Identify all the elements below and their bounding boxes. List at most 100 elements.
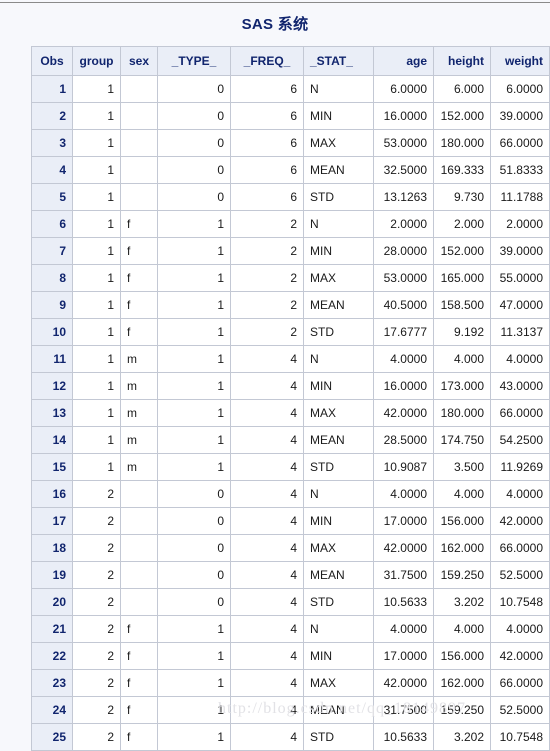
table-row: 5 1 0 6 STD 13.1263 9.730 11.1788 [31,183,550,211]
cell-height: 9.192 [433,318,491,346]
cell-weight: 66.0000 [490,399,550,427]
cell-sex [120,183,158,211]
cell-stat: N [303,480,374,508]
cell-type: 1 [157,318,231,346]
cell-weight: 52.5000 [490,696,550,724]
cell-sex [120,507,158,535]
cell-sex: f [120,237,158,265]
cell-sex: f [120,264,158,292]
cell-obs: 7 [31,237,73,265]
cell-freq: 6 [230,156,304,184]
cell-age: 13.1263 [373,183,434,211]
cell-sex: f [120,696,158,724]
table-row: 3 1 0 6 MAX 53.0000 180.000 66.0000 [31,129,550,157]
cell-age: 42.0000 [373,399,434,427]
cell-group: 2 [72,534,121,562]
cell-obs: 9 [31,291,73,319]
cell-freq: 4 [230,507,304,535]
cell-sex [120,75,158,103]
cell-weight: 42.0000 [490,507,550,535]
table-row: 11 1 m 1 4 N 4.0000 4.000 4.0000 [31,345,550,373]
cell-obs: 19 [31,561,73,589]
cell-obs: 17 [31,507,73,535]
cell-stat: N [303,345,374,373]
cell-weight: 51.8333 [490,156,550,184]
cell-type: 1 [157,264,231,292]
cell-stat: N [303,615,374,643]
cell-height: 180.000 [433,129,491,157]
cell-sex: f [120,723,158,751]
cell-freq: 4 [230,534,304,562]
cell-type: 1 [157,237,231,265]
cell-freq: 6 [230,183,304,211]
cell-height: 6.000 [433,75,491,103]
cell-sex: f [120,318,158,346]
cell-height: 180.000 [433,399,491,427]
cell-type: 1 [157,372,231,400]
cell-age: 42.0000 [373,669,434,697]
cell-age: 31.7500 [373,561,434,589]
cell-group: 1 [72,345,121,373]
cell-age: 32.5000 [373,156,434,184]
cell-height: 174.750 [433,426,491,454]
cell-weight: 11.9269 [490,453,550,481]
cell-freq: 4 [230,642,304,670]
column-header-sex: sex [120,46,158,76]
cell-type: 0 [157,75,231,103]
cell-freq: 4 [230,345,304,373]
cell-height: 4.000 [433,480,491,508]
cell-type: 1 [157,615,231,643]
cell-stat: N [303,210,374,238]
cell-sex [120,561,158,589]
cell-type: 1 [157,399,231,427]
cell-type: 0 [157,480,231,508]
cell-group: 2 [72,642,121,670]
table-row: 22 2 f 1 4 MIN 17.0000 156.000 42.0000 [31,642,550,670]
cell-age: 4.0000 [373,615,434,643]
cell-stat: MEAN [303,291,374,319]
cell-type: 0 [157,129,231,157]
table-row: 8 1 f 1 2 MAX 53.0000 165.000 55.0000 [31,264,550,292]
cell-height: 4.000 [433,615,491,643]
cell-height: 162.000 [433,669,491,697]
watermark: http://blog.csdn.net/qq_18149897 [218,700,466,717]
cell-weight: 47.0000 [490,291,550,319]
column-header-type: _TYPE_ [157,46,231,76]
cell-weight: 39.0000 [490,102,550,130]
sas-summary-table: Obs group sex _TYPE_ _FREQ_ _STAT_ age h… [31,46,550,751]
cell-age: 28.5000 [373,426,434,454]
column-header-stat: _STAT_ [303,46,374,76]
cell-group: 1 [72,372,121,400]
cell-weight: 55.0000 [490,264,550,292]
cell-weight: 52.5000 [490,561,550,589]
cell-type: 0 [157,156,231,184]
cell-sex [120,102,158,130]
cell-obs: 14 [31,426,73,454]
cell-weight: 39.0000 [490,237,550,265]
cell-stat: MAX [303,129,374,157]
table-row: 1 1 0 6 N 6.0000 6.000 6.0000 [31,75,550,103]
cell-age: 10.5633 [373,723,434,751]
cell-age: 4.0000 [373,480,434,508]
column-header-height: height [433,46,491,76]
table-header: Obs group sex _TYPE_ _FREQ_ _STAT_ age h… [31,46,550,76]
cell-stat: MEAN [303,426,374,454]
table-row: 10 1 f 1 2 STD 17.6777 9.192 11.3137 [31,318,550,346]
cell-weight: 10.7548 [490,588,550,616]
table-body: 1 1 0 6 N 6.0000 6.000 6.0000 2 1 0 6 MIN 16.0000 152.… [31,75,550,751]
cell-sex: m [120,453,158,481]
cell-sex [120,588,158,616]
page-title: SAS 系统 [241,16,309,33]
cell-stat: MAX [303,264,374,292]
cell-age: 16.0000 [373,102,434,130]
cell-sex: f [120,669,158,697]
cell-height: 162.000 [433,534,491,562]
cell-obs: 10 [31,318,73,346]
cell-age: 28.0000 [373,237,434,265]
cell-height: 169.333 [433,156,491,184]
cell-height: 3.202 [433,723,491,751]
cell-sex [120,129,158,157]
cell-freq: 6 [230,102,304,130]
cell-obs: 16 [31,480,73,508]
table-row: 21 2 f 1 4 N 4.0000 4.000 4.0000 [31,615,550,643]
